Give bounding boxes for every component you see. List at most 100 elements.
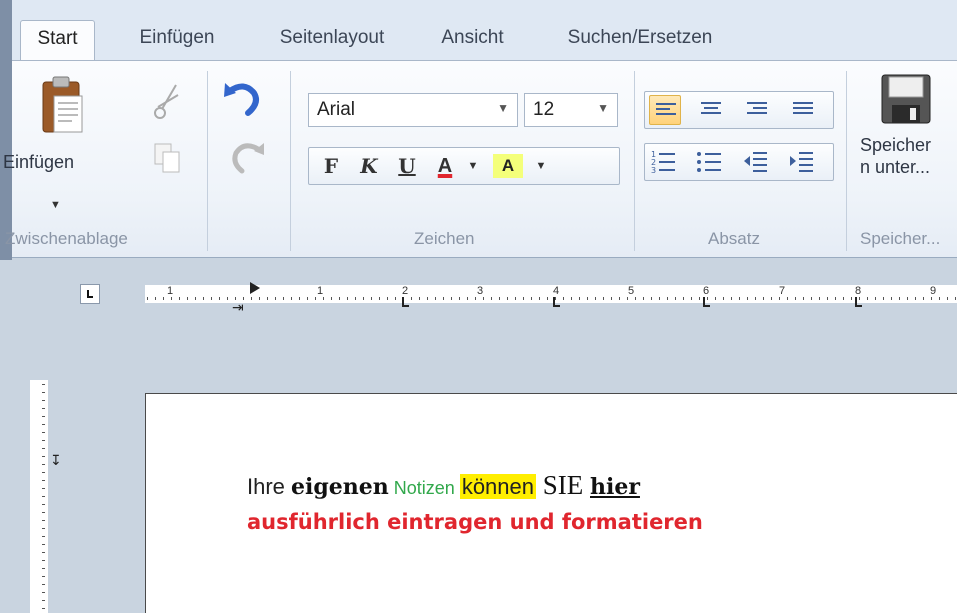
ruler-number: 1 bbox=[167, 285, 174, 297]
align-right-button[interactable] bbox=[741, 95, 773, 125]
bold-button[interactable]: F bbox=[313, 148, 349, 184]
ruler-tick bbox=[635, 297, 636, 300]
ruler-tick bbox=[763, 297, 764, 300]
decrease-indent-button[interactable] bbox=[741, 147, 773, 177]
ruler-tick bbox=[507, 297, 508, 300]
tab-einfuegen[interactable]: Einfügen bbox=[122, 20, 232, 60]
ruler-number: 7 bbox=[779, 285, 786, 297]
align-center-button[interactable] bbox=[695, 95, 727, 125]
vertical-indent-marker[interactable]: ↧ bbox=[50, 452, 62, 469]
tab-suchen-ersetzen[interactable]: Suchen/Ersetzen bbox=[545, 20, 735, 60]
alignment-toolbar bbox=[644, 91, 834, 129]
ruler-tick bbox=[931, 297, 932, 300]
ruler-tick bbox=[307, 297, 308, 300]
vertical-ruler-tick bbox=[42, 512, 45, 513]
numbered-list-button[interactable]: 123 bbox=[649, 147, 681, 177]
chevron-down-icon[interactable]: ▼ bbox=[533, 148, 549, 184]
ruler-tick bbox=[323, 297, 324, 300]
tab-start[interactable]: Start bbox=[20, 20, 95, 61]
align-left-button[interactable] bbox=[649, 95, 681, 125]
list-toolbar: 123 bbox=[644, 143, 834, 181]
vertical-ruler-tick bbox=[42, 384, 45, 385]
italic-button[interactable]: K bbox=[351, 148, 387, 184]
vertical-ruler[interactable]: ↧ bbox=[30, 380, 62, 613]
ruler-tick bbox=[427, 297, 428, 300]
ruler-tick bbox=[907, 297, 908, 300]
ruler-tick bbox=[779, 297, 780, 300]
ruler-tick bbox=[379, 297, 380, 300]
document-line-2[interactable]: ausführlich eintragen und formatieren bbox=[247, 510, 703, 534]
ruler-tick bbox=[163, 297, 164, 300]
ruler-tick bbox=[683, 297, 684, 300]
ruler-tick bbox=[515, 297, 516, 300]
ribbon: Einfügen ▼ Zwischenablage Arial ▼ 12 ▼ F… bbox=[3, 60, 957, 258]
ruler-tick bbox=[483, 297, 484, 300]
bullet-list-button[interactable] bbox=[695, 147, 727, 177]
font-color-button[interactable]: A bbox=[427, 148, 463, 184]
ruler-tick bbox=[819, 297, 820, 300]
ruler-number: 3 bbox=[477, 285, 484, 297]
vertical-ruler-tick bbox=[42, 496, 45, 497]
increase-indent-button[interactable] bbox=[787, 147, 819, 177]
document-page[interactable] bbox=[145, 393, 957, 613]
ruler-tick bbox=[795, 297, 796, 300]
document-line-1[interactable]: Ihre eigenen Notizen können SIE hier bbox=[247, 470, 640, 501]
undo-icon[interactable] bbox=[222, 79, 262, 119]
vertical-ruler-tick bbox=[42, 544, 45, 545]
ruler-tick bbox=[147, 297, 148, 300]
tab-stop-marker[interactable] bbox=[703, 297, 710, 307]
chevron-down-icon[interactable]: ▼ bbox=[465, 148, 481, 184]
ruler-tick bbox=[619, 297, 620, 300]
save-as-button[interactable]: Speicher n unter... bbox=[852, 69, 957, 219]
hanging-indent-marker[interactable]: ⇥ bbox=[232, 299, 244, 316]
ruler-tick bbox=[899, 297, 900, 300]
cut-icon[interactable] bbox=[150, 81, 182, 121]
ruler-number: 9 bbox=[930, 285, 937, 297]
horizontal-ruler[interactable]: 1 1 2 3 4 5 6 7 8 9 ⇥ bbox=[145, 282, 957, 315]
font-size-value: 12 bbox=[533, 99, 555, 120]
tab-stop-marker[interactable] bbox=[553, 297, 560, 307]
ruler-tick bbox=[723, 297, 724, 300]
ruler-tick bbox=[155, 297, 156, 300]
font-family-select[interactable]: Arial ▼ bbox=[308, 93, 518, 127]
vertical-ruler-tick bbox=[42, 456, 45, 457]
ruler-tick bbox=[875, 297, 876, 300]
ruler-tick bbox=[387, 297, 388, 300]
floppy-disk-icon bbox=[881, 74, 931, 124]
vertical-ruler-tick bbox=[42, 424, 45, 425]
redo-icon[interactable] bbox=[230, 139, 266, 175]
ruler-tick bbox=[915, 297, 916, 300]
ruler-tick bbox=[435, 297, 436, 300]
paste-button[interactable]: Einfügen ▼ bbox=[3, 69, 132, 219]
tab-ansicht[interactable]: Ansicht bbox=[425, 20, 520, 60]
font-group-label: Zeichen bbox=[414, 229, 475, 248]
tab-stop-marker[interactable] bbox=[402, 297, 409, 307]
ruler-tick bbox=[451, 297, 452, 300]
tab-stop-marker[interactable] bbox=[855, 297, 862, 307]
ruler-tick bbox=[475, 297, 476, 300]
paste-dropdown-arrow[interactable]: ▼ bbox=[50, 199, 61, 211]
ruler-number: 8 bbox=[855, 285, 862, 297]
align-justify-button[interactable] bbox=[787, 95, 819, 125]
ruler-number: 2 bbox=[402, 285, 409, 297]
ruler-tick bbox=[747, 297, 748, 300]
vertical-ruler-tick bbox=[42, 440, 45, 441]
first-line-indent-marker[interactable] bbox=[250, 282, 260, 294]
underline-button[interactable]: U bbox=[389, 148, 425, 184]
font-size-select[interactable]: 12 ▼ bbox=[524, 93, 618, 127]
ruler-tick bbox=[691, 297, 692, 300]
ruler-tick bbox=[299, 297, 300, 300]
ruler-tick bbox=[491, 297, 492, 300]
ruler-tick bbox=[611, 297, 612, 300]
ruler-tick bbox=[579, 297, 580, 300]
ruler-tick bbox=[339, 297, 340, 300]
tab-seitenlayout[interactable]: Seitenlayout bbox=[262, 20, 402, 60]
clipboard-group-label: Zwischenablage bbox=[5, 229, 128, 248]
copy-icon[interactable] bbox=[152, 141, 184, 177]
ruler-tick bbox=[195, 297, 196, 300]
highlight-button[interactable]: A bbox=[493, 154, 523, 178]
tab-stop-selector[interactable] bbox=[80, 284, 100, 304]
vertical-ruler-tick bbox=[42, 408, 45, 409]
ruler-tick bbox=[411, 297, 412, 300]
group-separator bbox=[290, 71, 291, 251]
